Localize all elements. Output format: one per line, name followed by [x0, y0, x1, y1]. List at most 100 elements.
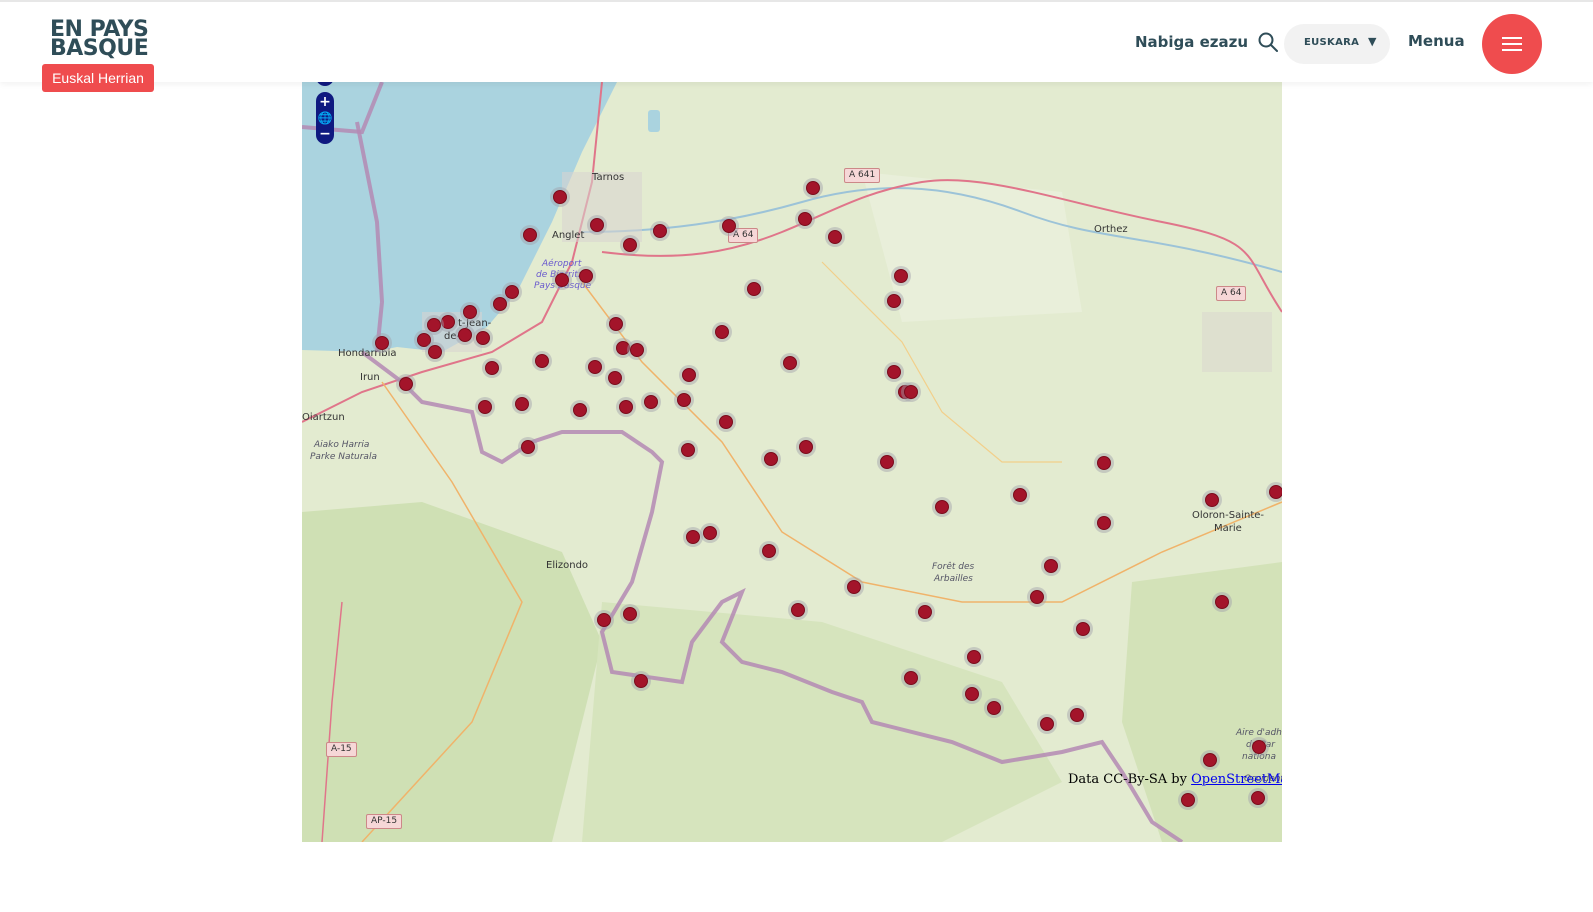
- map-marker[interactable]: [1013, 488, 1027, 502]
- map-marker[interactable]: [441, 315, 455, 329]
- map-marker[interactable]: [523, 228, 537, 242]
- map-marker[interactable]: [798, 212, 812, 226]
- place-label: Parke Naturala: [310, 452, 377, 462]
- map-marker[interactable]: [965, 687, 979, 701]
- map-marker[interactable]: [515, 397, 529, 411]
- map-marker[interactable]: [967, 650, 981, 664]
- map-marker[interactable]: [764, 452, 778, 466]
- osm-link[interactable]: OpenStreetMap: [1191, 772, 1282, 787]
- map-marker[interactable]: [715, 325, 729, 339]
- map-marker[interactable]: [799, 440, 813, 454]
- map-attribution: Data CC-By-SA by OpenStreetMap: [1068, 772, 1282, 787]
- place-label: Irun: [360, 372, 380, 383]
- map-marker[interactable]: [1205, 493, 1219, 507]
- map-marker[interactable]: [653, 224, 667, 238]
- map-marker[interactable]: [588, 360, 602, 374]
- place-label: Marie: [1214, 523, 1242, 534]
- place-label: Forêt des: [932, 562, 975, 572]
- map-marker[interactable]: [1030, 590, 1044, 604]
- map-marker[interactable]: [703, 526, 717, 540]
- map-marker[interactable]: [399, 377, 413, 391]
- map-marker[interactable]: [1044, 559, 1058, 573]
- map-marker[interactable]: [478, 400, 492, 414]
- map-marker[interactable]: [623, 607, 637, 621]
- map-marker[interactable]: [783, 356, 797, 370]
- map-marker[interactable]: [762, 544, 776, 558]
- map-marker[interactable]: [623, 238, 637, 252]
- map-marker[interactable]: [463, 305, 477, 319]
- place-label: Oiartzun: [302, 412, 345, 423]
- menu-button[interactable]: [1482, 14, 1542, 74]
- map-marker[interactable]: [1203, 753, 1217, 767]
- map-marker[interactable]: [417, 333, 431, 347]
- map-marker[interactable]: [1097, 516, 1111, 530]
- map-marker[interactable]: [521, 440, 535, 454]
- map-marker[interactable]: [722, 219, 736, 233]
- world-icon[interactable]: 🌐: [316, 110, 334, 126]
- map-marker[interactable]: [597, 613, 611, 627]
- chevron-down-icon: ▼: [1368, 35, 1377, 48]
- map-marker[interactable]: [630, 343, 644, 357]
- map-marker[interactable]: [686, 530, 700, 544]
- map-marker[interactable]: [918, 605, 932, 619]
- map-marker[interactable]: [476, 331, 490, 345]
- map-marker[interactable]: [505, 285, 519, 299]
- map-marker[interactable]: [791, 603, 805, 617]
- map-marker[interactable]: [375, 336, 389, 350]
- map-marker[interactable]: [573, 403, 587, 417]
- place-label: Aire d'adhe: [1236, 728, 1282, 738]
- logo-badge: Euskal Herrian: [42, 64, 154, 92]
- map-marker[interactable]: [1181, 793, 1195, 807]
- language-select[interactable]: EUSKARA ▼: [1284, 24, 1390, 64]
- map-marker[interactable]: [619, 400, 633, 414]
- map-marker[interactable]: [1040, 717, 1054, 731]
- map-marker[interactable]: [847, 580, 861, 594]
- map-marker[interactable]: [904, 385, 918, 399]
- map-marker[interactable]: [894, 269, 908, 283]
- map-marker[interactable]: [485, 361, 499, 375]
- map-marker[interactable]: [579, 269, 593, 283]
- map-marker[interactable]: [427, 318, 441, 332]
- map-marker[interactable]: [681, 443, 695, 457]
- menu-label[interactable]: Menua: [1408, 32, 1465, 50]
- map-marker[interactable]: [1097, 456, 1111, 470]
- map-marker[interactable]: [535, 354, 549, 368]
- map-marker[interactable]: [887, 294, 901, 308]
- map-marker[interactable]: [634, 674, 648, 688]
- zoom-out-button[interactable]: −: [316, 126, 334, 142]
- map-marker[interactable]: [1076, 622, 1090, 636]
- map-marker[interactable]: [590, 218, 604, 232]
- map-marker[interactable]: [719, 415, 733, 429]
- map-view[interactable]: + 🌐 − Tarnos Anglet Hondarribia Irun Oia…: [302, 82, 1282, 842]
- place-label: Anglet: [552, 230, 585, 241]
- map-marker[interactable]: [747, 282, 761, 296]
- site-logo[interactable]: EN PAYS BASQUE Euskal Herrian: [42, 17, 154, 94]
- map-marker[interactable]: [493, 297, 507, 311]
- map-marker[interactable]: [904, 671, 918, 685]
- search-label: Nabiga ezazu: [1135, 33, 1249, 51]
- map-marker[interactable]: [1252, 740, 1266, 754]
- map-marker[interactable]: [1269, 485, 1282, 499]
- map-marker[interactable]: [987, 701, 1001, 715]
- map-marker[interactable]: [428, 345, 442, 359]
- map-marker[interactable]: [553, 190, 567, 204]
- map-marker[interactable]: [458, 328, 472, 342]
- map-marker[interactable]: [935, 500, 949, 514]
- map-marker[interactable]: [806, 181, 820, 195]
- logo-text: EN PAYS BASQUE: [50, 17, 149, 61]
- map-marker[interactable]: [677, 393, 691, 407]
- map-marker[interactable]: [1070, 708, 1084, 722]
- map-marker[interactable]: [555, 273, 569, 287]
- map-marker[interactable]: [644, 395, 658, 409]
- zoom-in-button[interactable]: +: [316, 94, 334, 110]
- search-button[interactable]: Nabiga ezazu: [1135, 30, 1279, 54]
- map-marker[interactable]: [887, 365, 901, 379]
- map-marker[interactable]: [1251, 791, 1265, 805]
- map-marker[interactable]: [608, 371, 622, 385]
- map-marker[interactable]: [1215, 595, 1229, 609]
- map-marker[interactable]: [828, 230, 842, 244]
- map-marker[interactable]: [609, 317, 623, 331]
- map-marker[interactable]: [880, 455, 894, 469]
- map-marker[interactable]: [682, 368, 696, 382]
- map-marker[interactable]: [616, 341, 630, 355]
